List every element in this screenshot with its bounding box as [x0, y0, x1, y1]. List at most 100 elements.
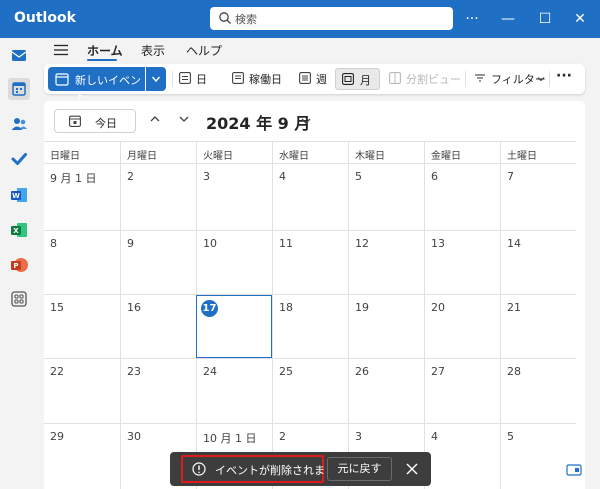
- apps-icon[interactable]: [8, 288, 30, 310]
- filter-button[interactable]: フィルター: [474, 69, 546, 89]
- day-cell[interactable]: 22: [44, 359, 120, 423]
- word-icon[interactable]: W: [8, 184, 30, 206]
- powerpoint-icon[interactable]: P: [8, 254, 30, 276]
- chevron-up-icon[interactable]: [148, 112, 162, 126]
- day-cell[interactable]: 14: [500, 231, 576, 294]
- day-cell[interactable]: 7: [500, 164, 576, 230]
- day-cell[interactable]: 3: [196, 164, 272, 230]
- day-number: 26: [355, 365, 369, 378]
- day-cell[interactable]: 5: [348, 164, 424, 230]
- day-cell[interactable]: 20: [424, 295, 500, 358]
- more-options-button[interactable]: ···: [462, 9, 482, 29]
- day-number: 10: [203, 237, 217, 250]
- new-event-dropdown[interactable]: [146, 67, 166, 91]
- day-cell[interactable]: 26: [348, 359, 424, 423]
- day-cell[interactable]: 4: [424, 424, 500, 489]
- day-cell[interactable]: 10: [196, 231, 272, 294]
- ribbon-tabs: ホーム 表示 ヘルプ: [38, 38, 600, 64]
- tab-help[interactable]: ヘルプ: [186, 42, 222, 59]
- tab-home[interactable]: ホーム: [87, 42, 123, 59]
- split-view-label: 分割ビュー: [406, 73, 461, 86]
- day-number: 4: [279, 170, 286, 183]
- month-view-label: 月: [360, 74, 371, 87]
- people-icon[interactable]: [8, 113, 30, 135]
- day-cell[interactable]: 4: [272, 164, 348, 230]
- day-number: 2: [279, 430, 286, 443]
- day-number: 27: [431, 365, 445, 378]
- day-cell[interactable]: 6: [424, 164, 500, 230]
- day-number: 5: [355, 170, 362, 183]
- day-view-button[interactable]: 日: [179, 69, 221, 89]
- day-cell[interactable]: 9 月 1 日: [44, 164, 120, 230]
- new-event-label: 新しいイベント: [75, 74, 141, 103]
- day-cell[interactable]: 19: [348, 295, 424, 358]
- day-number: 12: [355, 237, 369, 250]
- excel-icon[interactable]: X: [8, 219, 30, 241]
- close-icon[interactable]: [405, 462, 419, 476]
- day-number: 16: [127, 301, 141, 314]
- day-cell[interactable]: 24: [196, 359, 272, 423]
- day-cell[interactable]: 28: [500, 359, 576, 423]
- todo-icon[interactable]: [8, 148, 30, 170]
- new-event-icon: [55, 73, 69, 86]
- work-week-label: 稼働日: [249, 73, 282, 86]
- day-cell[interactable]: 21: [500, 295, 576, 358]
- week-row: 15 16 17 18 19 20 21: [44, 294, 576, 358]
- day-cell[interactable]: 2: [120, 164, 196, 230]
- close-button[interactable]: ✕: [570, 9, 590, 29]
- split-view-button[interactable]: 分割ビュー: [389, 69, 461, 89]
- day-cell[interactable]: 16: [120, 295, 196, 358]
- minimize-button[interactable]: —: [498, 9, 518, 29]
- day-cell[interactable]: 8: [44, 231, 120, 294]
- day-number: 9 月 1 日: [50, 172, 97, 185]
- day-cell[interactable]: 5: [500, 424, 576, 489]
- day-number: 28: [507, 365, 521, 378]
- day-number: 3: [203, 170, 210, 183]
- today-button[interactable]: 今日: [54, 109, 136, 133]
- weekday-label: 日曜日: [50, 151, 80, 162]
- day-view-icon: [179, 72, 191, 84]
- svg-text:P: P: [13, 262, 18, 270]
- calendar-icon[interactable]: [8, 78, 30, 100]
- toolbar-more-button[interactable]: ···: [556, 68, 572, 84]
- weekday-header: 日曜日 月曜日 火曜日 水曜日 木曜日 金曜日 土曜日: [44, 141, 576, 164]
- day-cell[interactable]: 13: [424, 231, 500, 294]
- search-box[interactable]: 検索: [210, 7, 453, 30]
- day-number: 7: [507, 170, 514, 183]
- day-cell-today[interactable]: 17: [196, 295, 272, 358]
- day-cell[interactable]: 15: [44, 295, 120, 358]
- day-number: 3: [355, 430, 362, 443]
- day-cell[interactable]: 11: [272, 231, 348, 294]
- tab-view[interactable]: 表示: [141, 42, 165, 59]
- new-event-button[interactable]: 新しいイベント: [48, 67, 145, 103]
- month-title[interactable]: 2024 年 9 月: [206, 110, 310, 134]
- chevron-down-icon[interactable]: [300, 115, 312, 127]
- panel-toggle-icon[interactable]: [566, 463, 582, 477]
- day-cell[interactable]: 29: [44, 424, 120, 489]
- day-number: 25: [279, 365, 293, 378]
- mail-icon[interactable]: [8, 44, 30, 66]
- chevron-down-icon[interactable]: [177, 112, 191, 126]
- week-row: 8 9 10 11 12 13 14: [44, 230, 576, 294]
- day-cell[interactable]: 18: [272, 295, 348, 358]
- maximize-button[interactable]: ☐: [535, 9, 555, 29]
- day-number: 29: [50, 430, 64, 443]
- day-cell[interactable]: 9: [120, 231, 196, 294]
- day-cell[interactable]: 25: [272, 359, 348, 423]
- month-view-button[interactable]: 月: [335, 68, 380, 90]
- weekday-label: 土曜日: [500, 142, 576, 164]
- day-number: 30: [127, 430, 141, 443]
- hamburger-icon[interactable]: [54, 44, 68, 56]
- week-view-button[interactable]: 週: [299, 69, 329, 89]
- filter-icon: [475, 74, 485, 82]
- weekday-label: 火曜日: [196, 142, 272, 164]
- day-cell[interactable]: 23: [120, 359, 196, 423]
- work-week-button[interactable]: 稼働日: [232, 69, 292, 89]
- day-cell[interactable]: 27: [424, 359, 500, 423]
- split-view-icon: [389, 72, 401, 84]
- day-number: 2: [127, 170, 134, 183]
- weekday-label: 水曜日: [272, 142, 348, 164]
- day-cell[interactable]: 12: [348, 231, 424, 294]
- day-number: 11: [279, 237, 293, 250]
- undo-button[interactable]: 元に戻す: [327, 457, 392, 481]
